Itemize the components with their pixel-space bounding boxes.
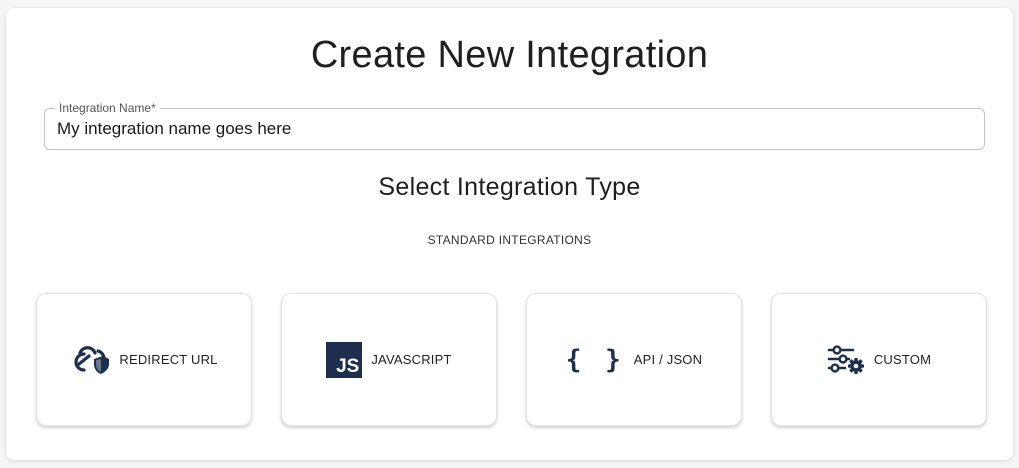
javascript-card[interactable]: JS JAVASCRIPT: [281, 293, 497, 426]
integration-form-panel: Create New Integration Integration Name*…: [6, 8, 1013, 460]
section-title: Select Integration Type: [378, 173, 641, 201]
integration-type-cards: REDIRECT URL JS JAVASCRIPT { } API / JSO…: [36, 293, 987, 426]
curly-braces-glyph: { }: [565, 344, 625, 375]
api-json-card[interactable]: { } API / JSON: [526, 293, 742, 426]
custom-card[interactable]: CUSTOM: [771, 293, 987, 426]
link-shield-icon: [70, 345, 110, 375]
integration-name-input[interactable]: [57, 109, 967, 149]
redirect-url-label: REDIRECT URL: [119, 352, 218, 367]
integration-name-field[interactable]: Integration Name*: [44, 100, 985, 150]
javascript-label: JAVASCRIPT: [371, 352, 452, 367]
custom-label: CUSTOM: [873, 352, 932, 367]
page-title: Create New Integration: [310, 34, 709, 76]
sliders-gear-icon: [827, 344, 865, 375]
javascript-icon-text: JS: [336, 355, 360, 377]
redirect-url-card[interactable]: REDIRECT URL: [36, 293, 252, 426]
api-json-label: API / JSON: [633, 352, 703, 367]
standard-integrations-label: STANDARD INTEGRATIONS: [427, 233, 592, 247]
javascript-icon: JS: [326, 341, 363, 378]
curly-braces-icon: { }: [566, 345, 625, 375]
